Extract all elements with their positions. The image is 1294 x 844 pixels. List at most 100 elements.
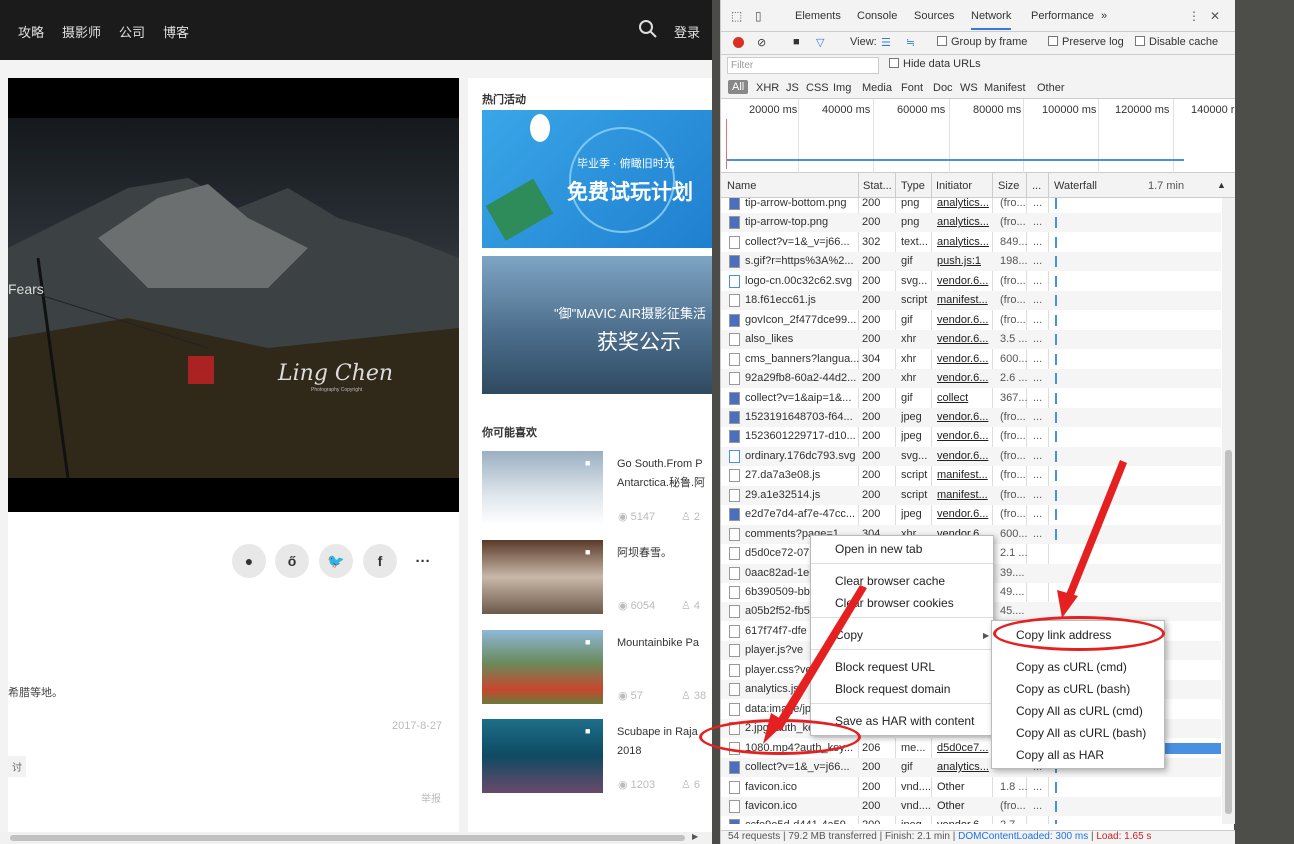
table-row[interactable]: 29.a1e32514.js 200 script manifest... (fro..… <box>721 485 1221 505</box>
filter-icon[interactable]: ▽ <box>816 36 824 49</box>
tab-console[interactable]: Console <box>857 10 897 22</box>
type-js[interactable]: JS <box>786 82 799 94</box>
banner-free-trial[interactable]: 毕业季 · 俯瞰旧时光 免费试玩计划 <box>482 110 712 248</box>
screenshot-icon[interactable]: ■ <box>793 36 800 48</box>
request-initiator[interactable]: analytics... <box>937 761 994 773</box>
preserve-log-checkbox[interactable]: Preserve log <box>1048 36 1124 48</box>
overview-icon[interactable]: ≒ <box>906 36 915 49</box>
video-card[interactable]: ■ 阿坝春雪。 ◉ 6054 ♙ 4 <box>482 540 712 616</box>
menu-clear-cookies[interactable]: Clear browser cookies <box>835 596 954 610</box>
type-manifest[interactable]: Manifest <box>984 82 1026 94</box>
table-row[interactable]: also_likes 200 xhr vendor.6... 3.5 ...... <box>721 330 1221 350</box>
inspect-icon[interactable]: ⬚ <box>731 9 742 23</box>
scroll-right-icon[interactable]: ▶ <box>692 832 698 841</box>
request-initiator[interactable]: vendor.6... <box>937 450 994 462</box>
tab-network[interactable]: Network <box>971 10 1012 30</box>
request-initiator[interactable]: vendor.6... <box>937 314 994 326</box>
video-card[interactable]: ■ Mountainbike Pa ◉ 57 ♙ 38 <box>482 630 712 706</box>
close-icon[interactable]: ✕ <box>1210 9 1220 23</box>
table-row[interactable]: govIcon_2f477dce99... 200 gif vendor.6... (f… <box>721 311 1221 330</box>
filter-input[interactable]: Filter <box>727 57 879 74</box>
col-status[interactable]: Stat... <box>863 180 892 192</box>
record-icon[interactable] <box>733 37 744 48</box>
request-initiator[interactable]: vendor.6... <box>937 333 994 345</box>
table-row[interactable]: 92a29fb8-60a2-44d2... 200 xhr vendor.6... 2.… <box>721 369 1221 389</box>
request-initiator[interactable]: manifest... <box>937 469 994 481</box>
tab-sources[interactable]: Sources <box>914 10 954 22</box>
nav-company[interactable]: 公司 <box>119 22 145 41</box>
search-icon[interactable] <box>638 19 658 39</box>
facebook-icon[interactable]: f <box>363 544 397 578</box>
table-row[interactable]: collect?v=1&_v=j66... 302 text... analytics… <box>721 233 1221 252</box>
menu-save-har[interactable]: Save as HAR with content <box>835 714 974 728</box>
nav-blog[interactable]: 博客 <box>163 22 189 41</box>
type-media[interactable]: Media <box>862 82 892 94</box>
request-initiator[interactable]: vendor.6... <box>937 372 994 384</box>
type-all[interactable]: All <box>728 80 749 94</box>
col-initiator[interactable]: Initiator <box>936 180 972 192</box>
report-link[interactable]: 举报 <box>421 790 441 805</box>
large-rows-icon[interactable]: ☰ <box>881 36 891 49</box>
menu-clear-cache[interactable]: Clear browser cache <box>835 574 945 588</box>
video-player[interactable]: Fears Ling Chen Photography Copyright <box>8 78 459 512</box>
menu-copy-curl-cmd[interactable]: Copy as cURL (cmd) <box>1016 660 1127 674</box>
type-ws[interactable]: WS <box>960 82 978 94</box>
device-toolbar-icon[interactable]: ▯ <box>755 9 762 23</box>
table-row[interactable]: logo-cn.00c32c62.svg 200 svg... vendor.6...… <box>721 272 1221 291</box>
col-type[interactable]: Type <box>901 180 925 192</box>
menu-block-domain[interactable]: Block request domain <box>835 682 950 696</box>
type-other[interactable]: Other <box>1037 82 1065 94</box>
type-css[interactable]: CSS <box>806 82 829 94</box>
col-name[interactable]: Name <box>727 180 756 192</box>
table-row[interactable]: tip-arrow-bottom.png 200 png analytics... (f… <box>721 198 1221 213</box>
video-card[interactable]: ■ Scubape in Raja 2018 ◉ 1203 ♙ 6 <box>482 719 712 795</box>
nav-photographers[interactable]: 摄影师 <box>62 22 101 41</box>
post-tag[interactable]: 讨 <box>8 756 26 777</box>
table-row[interactable]: 1523601229717-d10... 200 jpeg vendor.6... (f… <box>721 427 1221 446</box>
weibo-icon[interactable]: ő <box>275 544 309 578</box>
group-by-frame-checkbox[interactable]: Group by frame <box>937 36 1027 48</box>
request-initiator[interactable]: vendor.6... <box>937 353 994 365</box>
request-initiator[interactable]: vendor.6... <box>937 275 994 287</box>
menu-copy-all-har[interactable]: Copy all as HAR <box>1016 748 1104 762</box>
col-size[interactable]: Size <box>998 180 1019 192</box>
menu-copy-all-curl-cmd[interactable]: Copy All as cURL (cmd) <box>1016 704 1143 718</box>
table-row[interactable]: tip-arrow-top.png 200 png analytics... (fro.… <box>721 213 1221 233</box>
request-initiator[interactable]: analytics... <box>937 216 994 228</box>
table-row[interactable]: 1523191648703-f64... 200 jpeg vendor.6... (f… <box>721 407 1221 427</box>
clear-icon[interactable]: ⊘ <box>757 36 766 49</box>
disable-cache-checkbox[interactable]: Disable cache <box>1135 36 1218 48</box>
menu-block-url[interactable]: Block request URL <box>835 660 935 674</box>
table-row[interactable]: ordinary.176dc793.svg 200 svg... vendor.6..… <box>721 446 1221 466</box>
table-row[interactable]: favicon.ico 200 vnd.... Other (fro...... <box>721 796 1221 816</box>
type-xhr[interactable]: XHR <box>756 82 779 94</box>
table-row[interactable]: collect?v=1&aip=1&... 200 gif collect 367...… <box>721 389 1221 408</box>
video-card[interactable]: ■ Go South.From P Antarctica.秘鲁.阿 ◉ 5147… <box>482 451 712 527</box>
type-doc[interactable]: Doc <box>933 82 953 94</box>
table-row[interactable]: 27.da7a3e08.js 200 script manifest... (fro..… <box>721 466 1221 485</box>
request-initiator[interactable]: analytics... <box>937 236 994 248</box>
vertical-scrollbar[interactable] <box>1222 198 1235 824</box>
horizontal-scrollbar[interactable]: ▶ <box>0 832 712 844</box>
request-initiator[interactable]: manifest... <box>937 489 994 501</box>
table-row[interactable]: favicon.ico 200 vnd.... Other 1.8 ...... <box>721 778 1221 797</box>
request-initiator[interactable]: vendor.6... <box>937 819 994 824</box>
request-initiator[interactable]: vendor.6... <box>937 508 994 520</box>
login-link[interactable]: 登录 <box>674 22 700 41</box>
tab-performance[interactable]: Performance <box>1031 10 1094 22</box>
request-initiator[interactable]: manifest... <box>937 294 994 306</box>
twitter-icon[interactable]: 🐦 <box>319 544 353 578</box>
scrollbar-thumb[interactable] <box>1225 450 1232 814</box>
request-initiator[interactable]: d5d0ce7... <box>937 742 994 754</box>
type-img[interactable]: Img <box>833 82 851 94</box>
nav-guides[interactable]: 攻略 <box>18 22 44 41</box>
table-row[interactable]: cms_banners?langua... 304 xhr vendor.6... 60… <box>721 350 1221 369</box>
table-row[interactable]: s.gif?r=https%3A%2... 200 gif push.js:1 198.… <box>721 252 1221 272</box>
wechat-icon[interactable]: ● <box>232 544 266 578</box>
scrollbar-thumb[interactable] <box>10 835 685 841</box>
col-time[interactable]: ... <box>1032 180 1041 192</box>
more-icon[interactable]: ··· <box>406 544 440 578</box>
table-row[interactable]: ccfe9e5d-d441-4a59...200 jpegvendor.6... 2… <box>721 816 1221 824</box>
hide-data-urls-checkbox[interactable]: Hide data URLs <box>889 58 981 70</box>
request-initiator[interactable]: collect <box>937 392 994 404</box>
